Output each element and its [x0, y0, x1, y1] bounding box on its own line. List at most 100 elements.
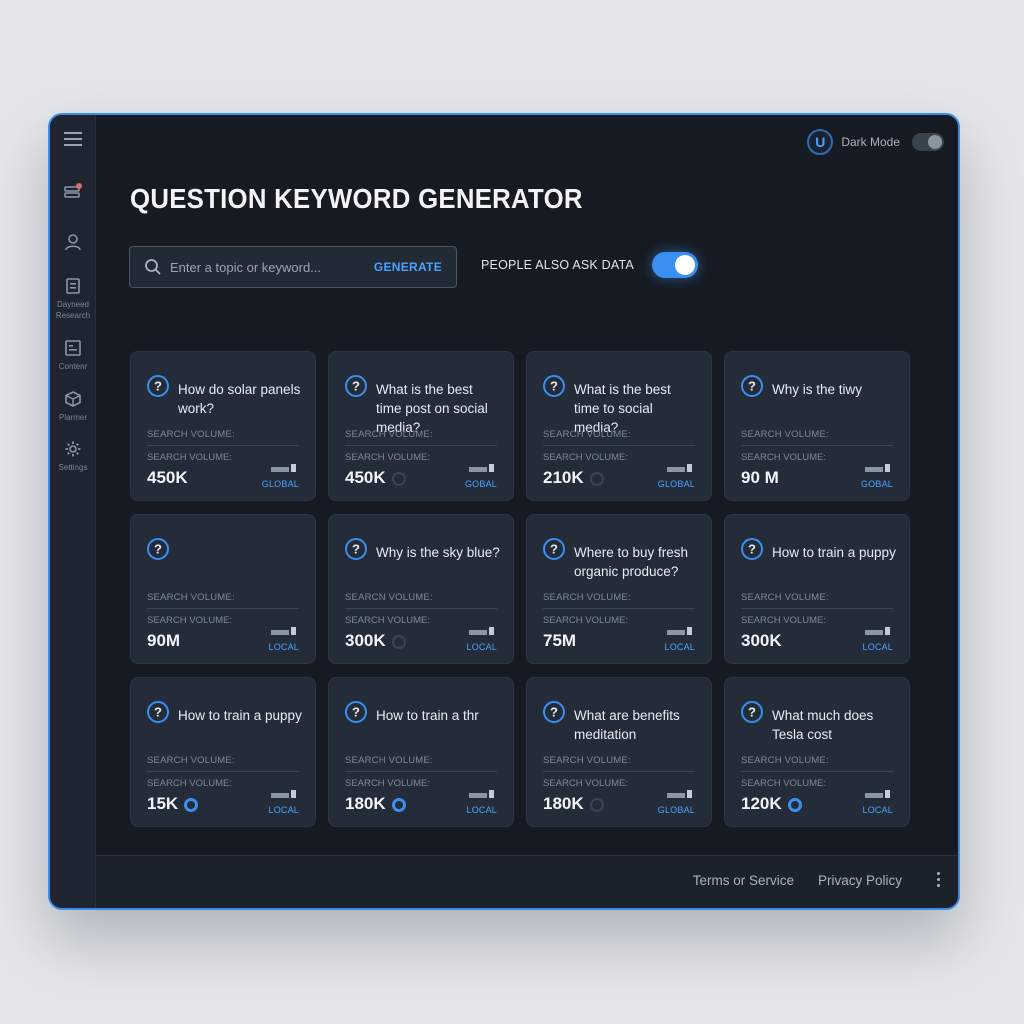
region-badge: GLOBAL — [657, 479, 695, 489]
search-volume-label: SEARCH VOLUME: — [543, 452, 628, 463]
search-volume-label: SEARCH VOLUME: — [147, 755, 235, 766]
search-volume-label: SEARCH VOLUME: — [741, 778, 826, 789]
footer: Terms or Service Privacy Policy — [96, 855, 958, 908]
keyword-card[interactable]: ? What is the best time post on social m… — [328, 351, 514, 501]
svg-text:?: ? — [352, 705, 360, 720]
question-text: Why is the sky blue? — [376, 545, 500, 560]
signal-bars-icon — [667, 464, 692, 472]
search-volume-label: SEARCH VOLUME: — [147, 452, 232, 463]
keyword-card[interactable]: ? SEARCH VOLUME: SEARCH VOLUME: 90M LOCA… — [130, 514, 316, 664]
question-icon: ? — [543, 538, 565, 560]
keyword-card[interactable]: ? Why is the sky blue? SEARCN VOLUME: SE… — [328, 514, 514, 664]
keyword-card[interactable]: ? How to train a puppy SEARCH VOLUME: SE… — [130, 677, 316, 827]
divider — [147, 608, 299, 609]
hamburger-menu-icon[interactable] — [50, 131, 96, 147]
top-bar: U Dark Mode — [807, 129, 944, 155]
divider — [543, 445, 695, 446]
svg-text:?: ? — [748, 542, 756, 557]
search-volume-label: SEARCH VOLUME: — [147, 592, 235, 603]
keyword-card[interactable]: ? What is the best time to social media?… — [526, 351, 712, 501]
paa-toggle[interactable] — [651, 252, 698, 278]
question-icon: ? — [345, 538, 367, 560]
question-text: Why is the tiwy — [772, 382, 863, 397]
signal-bars-icon — [469, 627, 494, 635]
user-icon — [65, 234, 81, 251]
divider — [147, 445, 299, 446]
cube-icon — [65, 391, 81, 407]
keyword-card[interactable]: ? What much does Tesla cost SEARCH VOLUM… — [724, 677, 910, 827]
people-also-ask-control: PEOPLE ALSO ASK DATA — [481, 252, 698, 278]
search-volume-label: SEARCH VOLUME: — [741, 452, 826, 463]
question-text: Where to buy fresh organic produce? — [574, 545, 689, 579]
signal-bars-icon — [271, 790, 296, 798]
content-icon — [65, 340, 81, 356]
search-icon — [145, 259, 161, 275]
paa-label: PEOPLE ALSO ASK DATA — [481, 258, 634, 272]
search-volume-label: SEARCH VOLUME: — [741, 592, 829, 603]
keyword-card[interactable]: ? Why is the tiwy SEARCH VOLUME: SEARCH … — [724, 351, 910, 501]
region-badge: LOCAL — [268, 642, 299, 652]
search-volume-label: SEARCH VOLUME: — [543, 778, 628, 789]
volume-indicator-icon — [590, 798, 604, 812]
question-text: How to train a thr — [376, 708, 479, 723]
question-icon: ? — [345, 701, 367, 723]
volume-indicator-icon — [184, 798, 198, 812]
keyword-card[interactable]: ? Where to buy fresh organic produce? SE… — [526, 514, 712, 664]
search-volume-label: SEARCH VOLUME: — [147, 429, 235, 440]
svg-text:?: ? — [550, 705, 558, 720]
search-volume-label: SEARCH VOLUME: — [345, 452, 430, 463]
search-volume-label: SEARCH VOLUME: — [543, 755, 631, 766]
avatar[interactable]: U — [807, 129, 834, 155]
region-badge: GOBAL — [860, 479, 893, 489]
region-badge: LOCAL — [466, 642, 497, 652]
sidebar-item-tools[interactable] — [50, 181, 96, 203]
search-volume-value: 300K — [345, 631, 386, 650]
divider — [741, 771, 893, 772]
question-text: How to train a puppy — [772, 545, 896, 560]
dark-mode-label: Dark Mode — [841, 135, 900, 149]
volume-indicator-icon — [392, 472, 406, 486]
signal-bars-icon — [865, 790, 890, 798]
signal-bars-icon — [667, 790, 692, 798]
signal-bars-icon — [271, 627, 296, 635]
region-badge: GLOBAL — [657, 805, 695, 815]
page-title: QUESTION KEYWORD GENERATOR — [130, 183, 583, 214]
search-box: GENERATE — [129, 246, 457, 288]
sidebar-item-research[interactable]: Dayneed Research — [50, 277, 96, 321]
question-icon: ? — [147, 701, 169, 723]
signal-bars-icon — [469, 790, 494, 798]
sidebar-item-planner[interactable]: Plarmer — [50, 390, 96, 423]
search-volume-value: 180K — [345, 794, 386, 813]
svg-text:?: ? — [550, 379, 558, 394]
signal-bars-icon — [865, 627, 890, 635]
generate-button[interactable]: GENERATE — [374, 260, 442, 274]
search-volume-label: SEARCH VOLUME: — [345, 429, 433, 440]
keyword-card[interactable]: ? How to train a thr SEARCH VOLUME: SEAR… — [328, 677, 514, 827]
more-options-icon[interactable] — [937, 872, 940, 887]
question-icon: ? — [543, 701, 565, 723]
sidebar-item-settings[interactable]: Settings — [50, 440, 96, 473]
question-icon: ? — [147, 538, 169, 560]
sidebar-item-content[interactable]: Contenr — [50, 339, 96, 372]
keyword-card[interactable]: ? How do solar panels work? SEARCH VOLUM… — [130, 351, 316, 501]
search-volume-label: SEARCH VOLUME: — [741, 755, 829, 766]
divider — [345, 608, 497, 609]
search-volume-label: SEARCH VOLUME: — [345, 615, 430, 626]
svg-text:?: ? — [352, 379, 360, 394]
keyword-card[interactable]: ? What are benefits meditation SEARCH VO… — [526, 677, 712, 827]
dark-mode-toggle[interactable] — [912, 133, 944, 151]
privacy-link[interactable]: Privacy Policy — [818, 873, 902, 888]
svg-text:?: ? — [550, 542, 558, 557]
keyword-card[interactable]: ? How to train a puppy SEARCH VOLUME: SE… — [724, 514, 910, 664]
clipboard-icon — [66, 278, 80, 294]
terms-link[interactable]: Terms or Service — [693, 873, 794, 888]
divider — [741, 608, 893, 609]
divider — [543, 771, 695, 772]
search-volume-value: 15K — [147, 794, 179, 813]
signal-bars-icon — [667, 627, 692, 635]
sidebar-item-user[interactable] — [50, 232, 96, 252]
search-input[interactable] — [170, 259, 374, 275]
search-volume-value: 450K — [147, 468, 188, 487]
search-volume-value: 90M — [147, 631, 181, 650]
volume-indicator-icon — [392, 798, 406, 812]
